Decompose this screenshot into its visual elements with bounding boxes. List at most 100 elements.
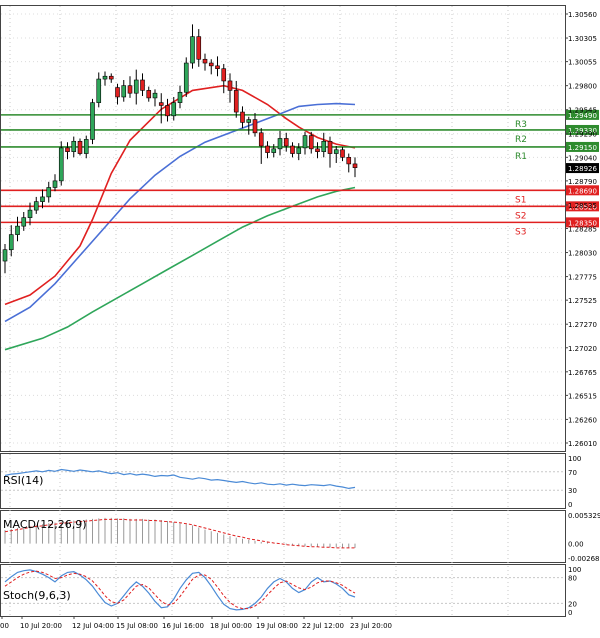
candle-body bbox=[233, 90, 239, 113]
y-tick-label: 1.26765 bbox=[568, 369, 597, 377]
candle-body bbox=[221, 68, 227, 82]
candle-body bbox=[290, 145, 295, 154]
x-tick-label: 10 Jul 20:00 bbox=[20, 622, 62, 630]
x-tick-label: 22 Jul 12:00 bbox=[302, 622, 344, 630]
x-tick-label: 12 Jul 04:00 bbox=[72, 622, 114, 630]
candle-body bbox=[77, 140, 83, 154]
level-price-label: 1.29150 bbox=[568, 144, 597, 152]
candle-body bbox=[127, 85, 133, 94]
candle-body bbox=[333, 149, 339, 154]
candle-body bbox=[21, 217, 27, 227]
candle-body bbox=[158, 102, 164, 106]
y-tick-label: 1.30305 bbox=[568, 35, 597, 43]
candle-body bbox=[33, 201, 39, 211]
candle-body bbox=[171, 102, 177, 117]
candle-body bbox=[252, 119, 258, 134]
rsi-y-tick-label: 100 bbox=[568, 455, 581, 463]
y-tick-label: 1.27775 bbox=[568, 274, 597, 282]
candle-body bbox=[140, 79, 145, 91]
candle-body bbox=[315, 148, 320, 152]
y-tick-label: 1.26260 bbox=[568, 416, 597, 424]
candle-body bbox=[308, 135, 314, 150]
level-name-s2: S2 bbox=[515, 211, 526, 221]
candle-body bbox=[96, 78, 102, 103]
stochastic-panel bbox=[0, 564, 566, 617]
candle-body bbox=[246, 119, 252, 123]
candle-body bbox=[177, 91, 183, 103]
y-tick-label: 1.27270 bbox=[568, 321, 597, 329]
candle-body bbox=[196, 36, 202, 60]
x-tick-label: 15 Jul 08:00 bbox=[116, 622, 158, 630]
candle-body bbox=[277, 138, 283, 150]
candle-body bbox=[296, 147, 302, 154]
rsi-y-tick-label: 70 bbox=[568, 469, 577, 477]
current-price-label: 1.28926 bbox=[568, 165, 597, 173]
y-tick-label: 1.29040 bbox=[568, 154, 597, 162]
candle-body bbox=[2, 249, 8, 262]
candle-body bbox=[46, 187, 52, 198]
y-tick-label: 1.30055 bbox=[568, 59, 597, 67]
stoch-y-tick-label: 20 bbox=[568, 600, 577, 608]
candle-body bbox=[352, 163, 358, 168]
candle-body bbox=[271, 148, 277, 153]
x-tick-label: 19 Jul 08:00 bbox=[256, 622, 298, 630]
candle-body bbox=[327, 140, 333, 154]
y-tick-label: 1.29545 bbox=[568, 107, 597, 115]
macd-y-tick-label: 0.005329 bbox=[568, 512, 600, 520]
candle-body bbox=[321, 140, 327, 152]
y-tick-label: 1.29290 bbox=[568, 131, 597, 139]
rsi-y-tick-label: 30 bbox=[568, 487, 577, 495]
macd-y-tick-label: -0.002689 bbox=[568, 555, 600, 563]
candle-body bbox=[152, 92, 158, 99]
candle-body bbox=[346, 157, 352, 165]
candle-body bbox=[58, 147, 64, 182]
candle-body bbox=[302, 135, 308, 149]
level-name-r3: R3 bbox=[515, 120, 527, 130]
rsi-y-tick-label: 0 bbox=[568, 501, 572, 509]
rsi-title: RSI(14) bbox=[3, 474, 43, 487]
candle-body bbox=[40, 196, 45, 202]
stochastic-title: Stoch(9,6,3) bbox=[3, 589, 71, 602]
candle-body bbox=[83, 139, 89, 154]
macd-title: MACD(12,26,9) bbox=[3, 518, 87, 531]
y-tick-label: 1.29800 bbox=[568, 83, 597, 91]
x-tick-label: 23 Jul 20:00 bbox=[350, 622, 392, 630]
candle-body bbox=[71, 140, 77, 152]
rsi-panel bbox=[0, 453, 566, 509]
candle-body bbox=[27, 209, 33, 218]
macd-y-tick-label: 0.00 bbox=[568, 541, 584, 549]
y-tick-label: 1.27020 bbox=[568, 345, 597, 353]
candle-body bbox=[90, 102, 95, 140]
y-tick-label: 1.28030 bbox=[568, 250, 597, 258]
chart-window: R3 1.29490 R2 1.29330 R1 1.29150 S1 1.28690 S2 1.… bbox=[0, 0, 600, 634]
candle-body bbox=[121, 85, 127, 98]
x-tick-label: 16 Jul 16:00 bbox=[162, 622, 204, 630]
x-tick-label: 00 bbox=[0, 622, 9, 630]
y-tick-label: 1.26010 bbox=[568, 440, 597, 448]
stoch-y-tick-label: 80 bbox=[568, 575, 577, 583]
candle-body bbox=[108, 75, 114, 80]
candle-body bbox=[102, 75, 108, 80]
stoch-y-tick-label: 0 bbox=[568, 609, 572, 617]
candle-body bbox=[133, 79, 139, 94]
level-name-s1: S1 bbox=[515, 195, 526, 205]
y-tick-label: 1.28535 bbox=[568, 202, 597, 210]
candle-body bbox=[15, 225, 20, 235]
candle-body bbox=[227, 80, 233, 91]
level-name-r1: R1 bbox=[515, 152, 527, 162]
y-tick-label: 1.28790 bbox=[568, 178, 597, 186]
candle-body bbox=[283, 138, 289, 147]
candle-body bbox=[65, 147, 70, 152]
level-name-s3: S3 bbox=[515, 227, 526, 237]
y-tick-label: 1.30560 bbox=[568, 11, 597, 19]
y-tick-label: 1.27525 bbox=[568, 297, 597, 305]
x-tick-label: 18 Jul 00:00 bbox=[210, 622, 252, 630]
candle-body bbox=[208, 62, 214, 67]
candle-body bbox=[340, 149, 345, 158]
chart-canvas: R31.29490R21.29330R11.29150S11.28690S21.… bbox=[0, 5, 600, 630]
candle-body bbox=[202, 58, 208, 64]
candle-body bbox=[52, 180, 58, 188]
y-tick-label: 1.28285 bbox=[568, 226, 597, 234]
candle-body bbox=[215, 65, 220, 69]
candle-body bbox=[265, 145, 270, 153]
